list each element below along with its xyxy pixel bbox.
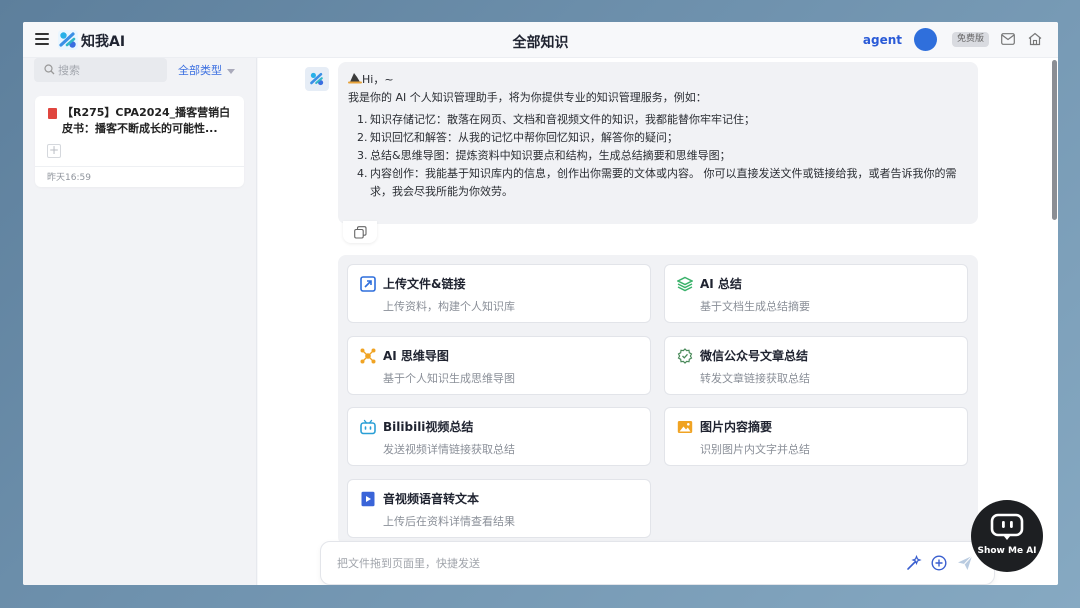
tool-title: Bilibili视频总结 xyxy=(383,420,474,434)
add-tag-button[interactable]: + xyxy=(47,144,61,158)
list-item: 4. 内容创作：我能基于知识库内的信息，创作出你需要的文体或内容。 你可以直接发送… xyxy=(357,167,957,198)
document-title: 【R275】CPA2024_播客营销白皮书：播客不断成长的可能性... xyxy=(62,106,231,135)
tool-description: 上传后在资料详情查看结果 xyxy=(383,515,515,528)
tool-title: 上传文件&链接 xyxy=(383,277,466,291)
watermark-badge: Show Me AI xyxy=(971,500,1043,572)
scrollbar-thumb[interactable] xyxy=(1052,60,1057,220)
watermark-text: Show Me AI xyxy=(977,546,1037,556)
pdf-file-icon xyxy=(48,108,57,119)
greeting-line: Hi，~ xyxy=(348,71,978,89)
menu-icon[interactable] xyxy=(35,33,49,45)
mindmap-icon xyxy=(360,348,376,364)
avatar[interactable] xyxy=(914,28,937,51)
tool-wechat-article-summary[interactable]: 微信公众号文章总结 转发文章链接获取总结 xyxy=(664,336,968,395)
brand-logo-icon xyxy=(58,30,78,50)
document-timestamp: 昨天16:59 xyxy=(47,173,91,183)
plan-badge[interactable]: 免费版 xyxy=(951,32,989,47)
video-transcribe-icon xyxy=(361,491,375,507)
type-filter-label: 全部类型 xyxy=(178,64,222,77)
witch-hat-icon xyxy=(348,73,362,84)
list-item: 2. 知识回忆和解答：从我的记忆中帮你回忆知识，解答你的疑问； xyxy=(357,131,678,144)
tool-title: 图片内容摘要 xyxy=(700,420,773,434)
brand-logo-icon xyxy=(310,72,324,86)
send-icon[interactable] xyxy=(957,555,973,571)
tool-bilibili-video-summary[interactable]: Bilibili视频总结 发送视频详情链接获取总结 xyxy=(347,407,651,466)
tool-description: 识别图片内文字并总结 xyxy=(700,443,810,456)
chat-area: Hi，~ 我是你的 AI 个人知识管理助手，将为你提供专业的知识管理服务，例如：… xyxy=(258,58,1058,585)
brand-name: 知我AI xyxy=(81,34,126,50)
greeting-text: Hi，~ xyxy=(362,73,394,86)
divider xyxy=(35,166,244,167)
tool-description: 基于个人知识生成思维导图 xyxy=(383,372,515,385)
list-item: 1. 知识存储记忆：散落在网页、文档和音视频文件的知识，我都能替你牢牢记住； xyxy=(357,113,755,126)
robot-icon xyxy=(990,513,1024,540)
assistant-message: Hi，~ 我是你的 AI 个人知识管理助手，将为你提供专业的知识管理服务，例如：… xyxy=(338,62,978,224)
knowledge-sidebar: 全部类型 【R275】CPA2024_播客营销白皮书：播客不断成长的可能性...… xyxy=(23,58,257,585)
capability-list: 1. 知识存储记忆：散落在网页、文档和音视频文件的知识，我都能替你牢牢记住； 2.… xyxy=(348,111,978,201)
user-name-link[interactable]: agent xyxy=(863,33,902,47)
tool-ai-mindmap[interactable]: AI 思维导图 基于个人知识生成思维导图 xyxy=(347,336,651,395)
tool-description: 转发文章链接获取总结 xyxy=(700,372,810,385)
magic-wand-icon[interactable] xyxy=(906,555,922,571)
intro-text: 我是你的 AI 个人知识管理助手，将为你提供专业的知识管理服务，例如： xyxy=(348,91,707,104)
tool-image-summary[interactable]: 图片内容摘要 识别图片内文字并总结 xyxy=(664,407,968,466)
search-box[interactable] xyxy=(34,58,167,82)
tool-description: 发送视频详情链接获取总结 xyxy=(383,443,515,456)
tool-audio-video-transcribe[interactable]: 音视频语音转文本 上传后在资料详情查看结果 xyxy=(347,479,651,538)
tool-title: 音视频语音转文本 xyxy=(383,492,480,506)
home-icon[interactable] xyxy=(1028,32,1042,46)
document-card[interactable]: 【R275】CPA2024_播客营销白皮书：播客不断成长的可能性... + 昨天… xyxy=(35,96,244,187)
message-composer xyxy=(320,541,995,585)
type-filter-dropdown[interactable]: 全部类型 xyxy=(178,62,235,78)
search-icon xyxy=(44,64,55,75)
copy-button[interactable] xyxy=(343,221,377,243)
search-input[interactable] xyxy=(58,58,163,82)
add-circle-icon[interactable] xyxy=(931,555,947,571)
assistant-avatar xyxy=(305,67,329,91)
scrollbar[interactable] xyxy=(1050,58,1058,585)
tool-title: AI 总结 xyxy=(700,277,742,291)
layers-icon xyxy=(677,276,693,292)
wechat-article-icon xyxy=(677,348,693,364)
top-bar: 知我AI 全部知识 agent 免费版 xyxy=(23,22,1058,58)
image-icon xyxy=(677,421,693,433)
tool-description: 上传资料，构建个人知识库 xyxy=(383,300,515,313)
page-title: 全部知识 xyxy=(512,35,569,51)
tool-upload-file-link[interactable]: 上传文件&链接 上传资料，构建个人知识库 xyxy=(347,264,651,323)
list-item: 3. 总结&思维导图：提炼资料中知识要点和结构，生成总结摘要和思维导图； xyxy=(357,149,731,162)
chevron-down-icon xyxy=(227,68,235,74)
tool-description: 基于文档生成总结摘要 xyxy=(700,300,810,313)
tool-title: 微信公众号文章总结 xyxy=(700,349,809,363)
tool-ai-summary[interactable]: AI 总结 基于文档生成总结摘要 xyxy=(664,264,968,323)
tool-title: AI 思维导图 xyxy=(383,349,449,363)
quick-tools-panel: 上传文件&链接 上传资料，构建个人知识库 AI 总结 基于文档生成总结摘要 AI… xyxy=(338,255,978,545)
mail-icon[interactable] xyxy=(1001,33,1015,45)
app-window: 知我AI 全部知识 agent 免费版 全部类型 【R275】CPA2024_播… xyxy=(23,22,1058,585)
message-input[interactable] xyxy=(337,542,897,584)
bilibili-icon xyxy=(360,419,376,435)
copy-icon xyxy=(354,226,367,239)
upload-link-icon xyxy=(360,276,376,292)
